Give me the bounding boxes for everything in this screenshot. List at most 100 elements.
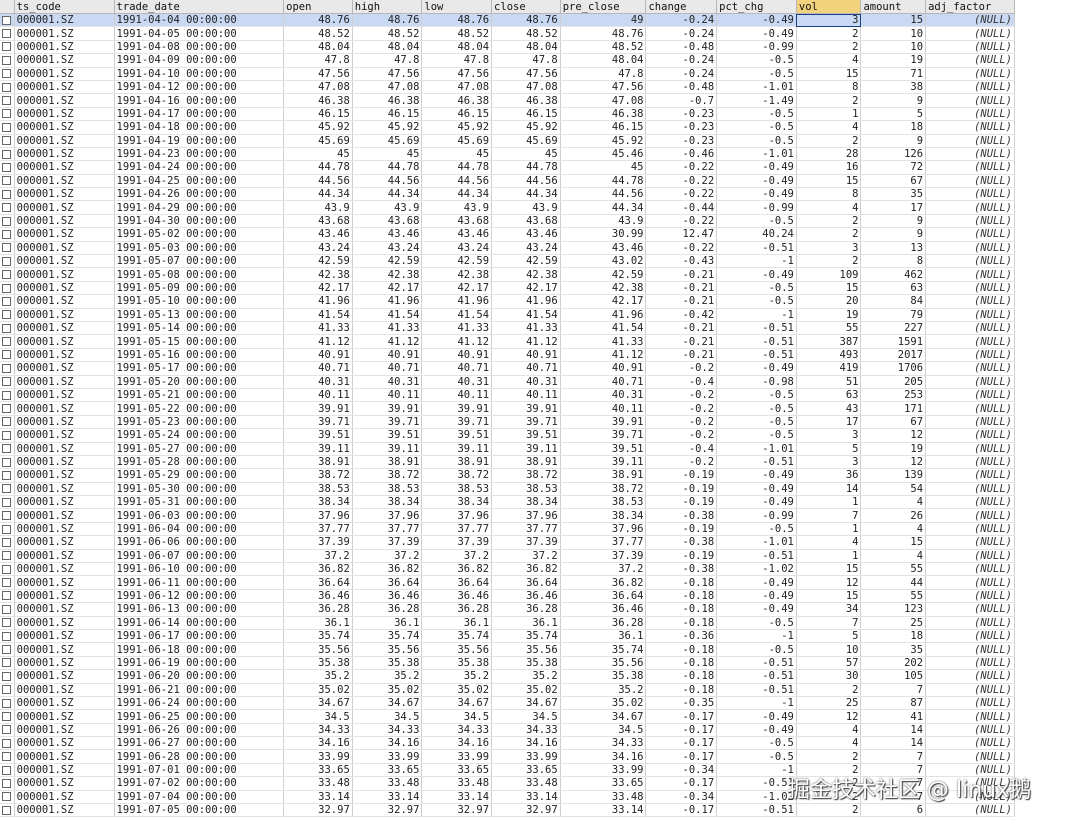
cell-close[interactable]: 33.48 xyxy=(491,776,561,791)
cell-open[interactable]: 41.54 xyxy=(283,308,353,322)
cell-amount[interactable]: 5 xyxy=(860,107,927,122)
cell-change[interactable]: -0.17 xyxy=(645,749,718,764)
cell-high[interactable]: 47.8 xyxy=(352,53,423,68)
cell-low[interactable]: 45.92 xyxy=(421,120,493,135)
cell-amount[interactable]: 9 xyxy=(860,214,927,229)
cell-low[interactable]: 32.97 xyxy=(421,803,493,818)
cell-pct-chg[interactable]: -0.49 xyxy=(716,187,797,202)
cell-high[interactable]: 35.56 xyxy=(352,642,423,657)
cell-low[interactable]: 36.82 xyxy=(421,562,493,577)
cell-ts-code[interactable]: 000001.SZ xyxy=(14,107,115,122)
cell-adj-factor[interactable]: (NULL) xyxy=(925,736,1015,751)
cell-change[interactable]: -0.2 xyxy=(645,361,718,376)
cell-trade-date[interactable]: 1991-06-07 00:00:00 xyxy=(114,549,285,564)
cell-amount[interactable]: 67 xyxy=(860,174,927,189)
cell-ts-code[interactable]: 000001.SZ xyxy=(14,736,115,751)
cell-vol[interactable]: 1 xyxy=(796,522,862,537)
cell-change[interactable]: -0.2 xyxy=(645,388,718,403)
row-selector[interactable] xyxy=(0,549,15,564)
cell-vol[interactable]: 20 xyxy=(796,294,862,309)
cell-high[interactable]: 32.97 xyxy=(352,803,423,818)
cell-trade-date[interactable]: 1991-05-16 00:00:00 xyxy=(114,348,285,363)
row-checkbox[interactable] xyxy=(2,243,12,253)
cell-trade-date[interactable]: 1991-06-27 00:00:00 xyxy=(114,736,285,751)
cell-ts-code[interactable]: 000001.SZ xyxy=(14,294,115,309)
cell-trade-date[interactable]: 1991-04-19 00:00:00 xyxy=(114,134,285,148)
row-selector[interactable] xyxy=(0,790,15,805)
cell-pre-close[interactable]: 40.71 xyxy=(560,375,647,389)
cell-pct-chg[interactable]: -0.49 xyxy=(716,174,797,189)
cell-vol[interactable]: 2 xyxy=(796,26,862,41)
cell-low[interactable]: 42.17 xyxy=(421,281,493,296)
cell-low[interactable]: 47.8 xyxy=(421,53,493,68)
row-selector[interactable] xyxy=(0,107,15,122)
cell-change[interactable]: -0.18 xyxy=(645,683,718,697)
cell-pct-chg[interactable]: -0.49 xyxy=(716,482,797,497)
cell-amount[interactable]: 79 xyxy=(860,308,927,322)
cell-amount[interactable]: 9 xyxy=(860,227,927,242)
cell-ts-code[interactable]: 000001.SZ xyxy=(14,508,115,523)
cell-low[interactable]: 48.52 xyxy=(421,26,493,41)
cell-adj-factor[interactable]: (NULL) xyxy=(925,468,1015,483)
cell-vol[interactable]: 30 xyxy=(796,669,862,684)
cell-trade-date[interactable]: 1991-05-21 00:00:00 xyxy=(114,388,285,403)
cell-trade-date[interactable]: 1991-06-26 00:00:00 xyxy=(114,723,285,738)
cell-trade-date[interactable]: 1991-05-17 00:00:00 xyxy=(114,361,285,376)
row-checkbox[interactable] xyxy=(2,417,12,427)
cell-vol[interactable]: 57 xyxy=(796,656,862,671)
cell-close[interactable]: 33.99 xyxy=(491,749,561,764)
cell-amount[interactable]: 253 xyxy=(860,388,927,403)
column-header-high[interactable]: high xyxy=(352,0,423,14)
cell-change[interactable]: -0.2 xyxy=(645,415,718,430)
cell-high[interactable]: 37.39 xyxy=(352,535,423,550)
cell-ts-code[interactable]: 000001.SZ xyxy=(14,482,115,497)
cell-vol[interactable]: 34 xyxy=(796,602,862,617)
cell-high[interactable]: 37.2 xyxy=(352,549,423,564)
cell-high[interactable]: 36.64 xyxy=(352,575,423,590)
cell-low[interactable]: 46.15 xyxy=(421,107,493,122)
cell-ts-code[interactable]: 000001.SZ xyxy=(14,281,115,296)
cell-open[interactable]: 44.34 xyxy=(283,187,353,202)
cell-ts-code[interactable]: 000001.SZ xyxy=(14,254,115,269)
cell-high[interactable]: 47.56 xyxy=(352,67,423,81)
cell-low[interactable]: 39.71 xyxy=(421,415,493,430)
cell-high[interactable]: 35.74 xyxy=(352,629,423,644)
cell-ts-code[interactable]: 000001.SZ xyxy=(14,803,115,818)
cell-open[interactable]: 40.91 xyxy=(283,348,353,363)
cell-adj-factor[interactable]: (NULL) xyxy=(925,669,1015,684)
cell-high[interactable]: 45.69 xyxy=(352,134,423,148)
cell-high[interactable]: 41.54 xyxy=(352,308,423,322)
cell-close[interactable]: 39.91 xyxy=(491,401,561,416)
cell-high[interactable]: 38.34 xyxy=(352,495,423,510)
cell-high[interactable]: 34.67 xyxy=(352,696,423,711)
cell-high[interactable]: 36.28 xyxy=(352,602,423,617)
cell-close[interactable]: 45 xyxy=(491,147,561,162)
cell-pre-close[interactable]: 48.04 xyxy=(560,53,647,68)
cell-high[interactable]: 42.59 xyxy=(352,254,423,269)
cell-open[interactable]: 47.8 xyxy=(283,53,353,68)
cell-pct-chg[interactable]: -0.51 xyxy=(716,549,797,564)
cell-ts-code[interactable]: 000001.SZ xyxy=(14,160,115,175)
cell-adj-factor[interactable]: (NULL) xyxy=(925,401,1015,416)
cell-vol[interactable]: 2 xyxy=(796,227,862,242)
cell-open[interactable]: 33.14 xyxy=(283,790,353,805)
cell-change[interactable]: -0.17 xyxy=(645,776,718,791)
cell-high[interactable]: 42.17 xyxy=(352,281,423,296)
cell-vol[interactable]: 4 xyxy=(796,736,862,751)
table-row[interactable]: 000001.SZ 1991-04-29 00:00:00 43.9 43.9 43.9… xyxy=(0,200,1015,215)
cell-pre-close[interactable]: 47.8 xyxy=(560,67,647,81)
column-header-pre-close[interactable]: pre_close xyxy=(560,0,647,14)
cell-amount[interactable]: 84 xyxy=(860,294,927,309)
cell-low[interactable]: 33.65 xyxy=(421,763,493,778)
row-checkbox[interactable] xyxy=(2,631,12,641)
cell-trade-date[interactable]: 1991-05-24 00:00:00 xyxy=(114,428,285,443)
row-checkbox[interactable] xyxy=(2,564,12,574)
cell-low[interactable]: 44.78 xyxy=(421,160,493,175)
cell-trade-date[interactable]: 1991-07-05 00:00:00 xyxy=(114,803,285,818)
cell-adj-factor[interactable]: (NULL) xyxy=(925,361,1015,376)
cell-pre-close[interactable]: 34.33 xyxy=(560,736,647,751)
cell-adj-factor[interactable]: (NULL) xyxy=(925,308,1015,322)
cell-adj-factor[interactable]: (NULL) xyxy=(925,67,1015,81)
row-selector[interactable] xyxy=(0,267,15,282)
cell-close[interactable]: 39.11 xyxy=(491,442,561,456)
